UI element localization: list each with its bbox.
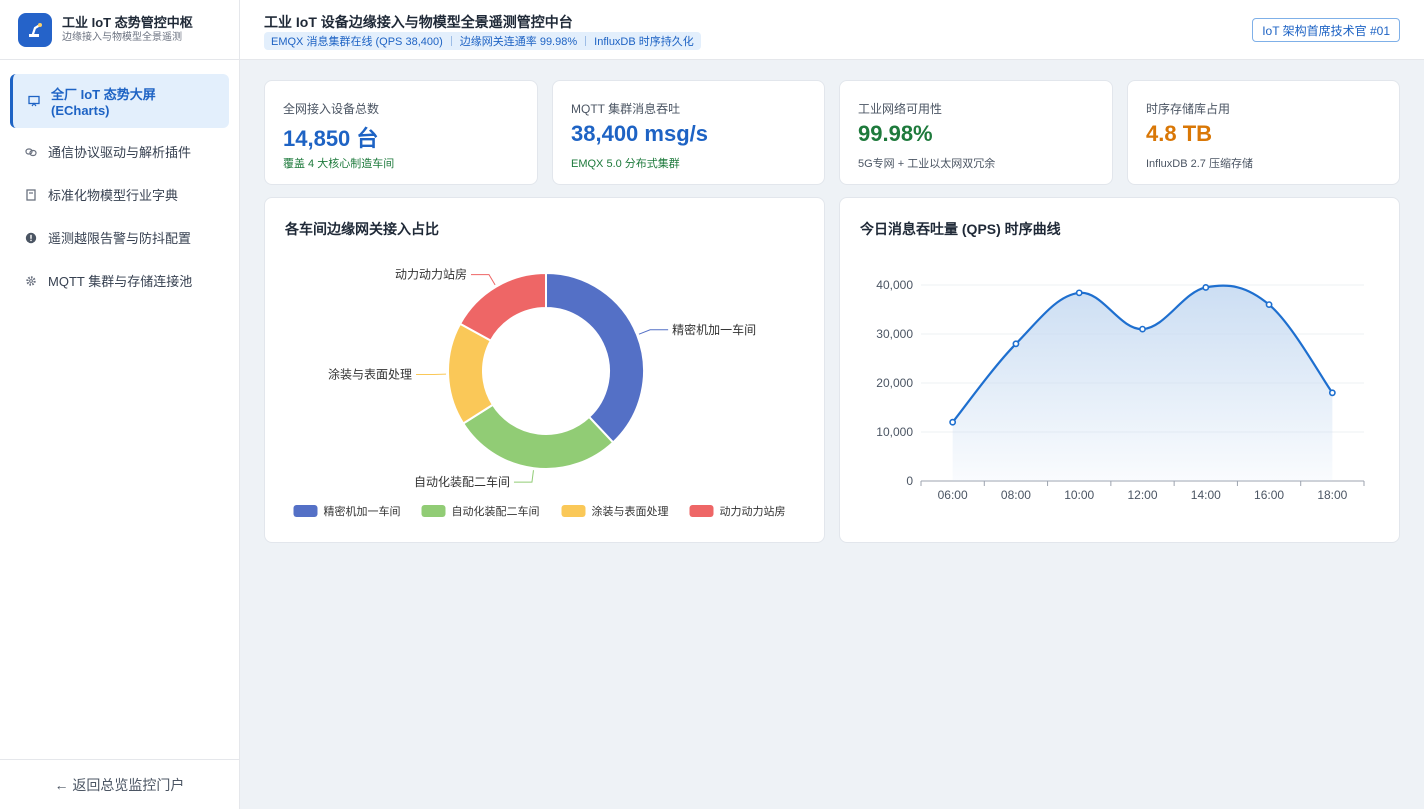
pie-leader-line [513, 470, 534, 483]
kpi-label: 工业网络可用性 [858, 102, 943, 116]
kpi-value: 38,400 msg/s [571, 121, 708, 146]
kpi-label: MQTT 集群消息吞吐 [571, 102, 681, 116]
y-tick-label: 20,000 [876, 376, 913, 390]
kpi-note: 5G专网 + 工业以太网双冗余 [858, 158, 996, 170]
kpi-note: EMQX 5.0 分布式集群 [571, 158, 680, 170]
status-tags: EMQX 消息集群在线 (QPS 38,400) 边缘网关连通率 99.98% … [264, 32, 701, 50]
x-tick-label: 16:00 [1254, 488, 1284, 502]
data-point [1139, 325, 1146, 333]
sidebar-item-alerts[interactable]: 遥测越限告警与防抖配置 [10, 216, 229, 259]
legend-swatch [689, 505, 714, 517]
sidebar-item-label: 标准化物模型行业字典 [48, 188, 179, 203]
kpi-card-availability: 工业网络可用性 99.98% 5G专网 + 工业以太网双冗余 [839, 80, 1113, 185]
divider [585, 36, 587, 46]
kpi-note: 覆盖 4 大核心制造车间 [283, 158, 395, 170]
x-tick-label: 14:00 [1191, 488, 1221, 502]
y-tick-label: 0 [906, 474, 913, 488]
sidebar: 工业 IoT 态势管控中枢 边缘接入与物模型全景遥测 全厂 IoT 态势大屏 (… [0, 0, 240, 809]
status-tag-gateway: 边缘网关连通率 99.98% [459, 36, 578, 48]
link-icon [24, 145, 38, 159]
legend-swatch [561, 505, 586, 517]
sidebar-item-label: 遥测越限告警与防抖配置 [48, 231, 192, 246]
user-role-badge[interactable]: IoT 架构首席技术官 #01 [1252, 18, 1400, 42]
sidebar-item-label: 通信协议驱动与解析插件 [48, 145, 192, 160]
kpi-label: 时序存储库占用 [1146, 102, 1231, 116]
legend-label: 动力动力站房 [720, 504, 786, 518]
pie-slice-label: 精密机加一车间 [672, 322, 756, 337]
header: 工业 IoT 设备边缘接入与物模型全景遥测管控中台 EMQX 消息集群在线 (Q… [240, 0, 1424, 60]
kpi-value: 14,850 台 [283, 126, 379, 151]
sidebar-item-dashboard[interactable]: 全厂 IoT 态势大屏 (ECharts) [10, 74, 229, 128]
pie-leader-line [470, 274, 496, 286]
legend-label: 涂装与表面处理 [592, 504, 669, 518]
kpi-card-throughput: MQTT 集群消息吞吐 38,400 msg/s EMQX 5.0 分布式集群 [552, 80, 825, 185]
pie-slice [458, 271, 547, 343]
y-tick-label: 30,000 [876, 327, 913, 341]
sidebar-nav: 全厂 IoT 态势大屏 (ECharts) 通信协议驱动与解析插件 标准化物模型… [0, 60, 239, 316]
data-point [1012, 340, 1020, 348]
kpi-value: 99.98% [858, 121, 933, 146]
data-point [1265, 301, 1273, 308]
x-tick-label: 08:00 [1001, 488, 1031, 502]
x-tick-label: 18:00 [1317, 488, 1347, 502]
x-tick-label: 06:00 [938, 488, 968, 502]
brand-logo [18, 12, 52, 47]
data-point [1075, 289, 1083, 297]
status-tag-influxdb: InfluxDB 时序持久化 [594, 36, 694, 48]
x-tick-label: 10:00 [1064, 488, 1094, 502]
book-icon [24, 188, 38, 202]
brand-subtitle: 边缘接入与物模型全景遥测 [62, 32, 182, 43]
y-tick-label: 40,000 [876, 278, 913, 292]
dashboard-icon [27, 94, 41, 108]
page-title: 工业 IoT 设备边缘接入与物模型全景遥测管控中台 [264, 14, 573, 30]
legend-swatch [421, 505, 446, 517]
y-tick-label: 10,000 [876, 425, 913, 439]
pie-chart: 精密机加一车间自动化装配二车间涂装与表面处理动力动力站房精密机加一车间 自动化装配… [293, 267, 786, 518]
pie-slice-label: 自动化装配二车间 [414, 474, 510, 489]
pie-slice [545, 271, 645, 444]
pie-leader-line [638, 329, 669, 335]
kpi-value: 4.8 TB [1146, 121, 1213, 146]
line-chart-card: 今日消息吞吐量 (QPS) 时序曲线 0 10,000 20,000 30,000 40… [839, 197, 1400, 543]
back-to-portal-link[interactable]: ← 返回总览监控门户 [0, 759, 239, 809]
data-point [1328, 389, 1336, 397]
brand-title: 工业 IoT 态势管控中枢 [62, 15, 193, 30]
pie-chart-card: 各车间边缘网关接入占比 精密机加一车间 自动化装配二车间 涂装与表面处理 动力动力站房… [264, 197, 825, 543]
sidebar-item-label: 全厂 IoT 态势大屏 (ECharts) [51, 87, 156, 118]
alert-icon [24, 231, 38, 245]
pie-slice-label: 动力动力站房 [395, 267, 467, 282]
divider [450, 36, 452, 46]
area-fill [952, 285, 1333, 481]
legend-label: 精密机加一车间 [324, 504, 401, 518]
x-tick-label: 12:00 [1127, 488, 1157, 502]
legend-swatch [293, 505, 318, 517]
sidebar-item-label: MQTT 集群与存储连接池 [48, 274, 193, 289]
legend-label: 自动化装配二车间 [452, 504, 540, 518]
kpi-note: InfluxDB 2.7 压缩存储 [1146, 158, 1253, 170]
kpi-card-storage: 时序存储库占用 4.8 TB InfluxDB 2.7 压缩存储 [1127, 80, 1400, 185]
data-point [949, 418, 957, 426]
data-point [1202, 284, 1210, 291]
robot-arm-icon [29, 22, 42, 37]
status-tag-emqx: EMQX 消息集群在线 (QPS 38,400) [271, 36, 443, 48]
sidebar-item-protocols[interactable]: 通信协议驱动与解析插件 [10, 130, 229, 173]
line-chart: 0 10,000 20,000 30,000 40,000 06:00 08:00 10:00… [876, 278, 1365, 502]
pie-slice-label: 涂装与表面处理 [328, 367, 412, 382]
gear-icon [24, 274, 38, 288]
kpi-card-devices: 全网接入设备总数 14,850 台 覆盖 4 大核心制造车间 [264, 80, 538, 185]
sidebar-item-mqtt-cluster[interactable]: MQTT 集群与存储连接池 [10, 259, 229, 302]
kpi-label: 全网接入设备总数 [283, 102, 380, 116]
brand: 工业 IoT 态势管控中枢 边缘接入与物模型全景遥测 [0, 0, 239, 60]
sidebar-item-thing-model[interactable]: 标准化物模型行业字典 [10, 173, 229, 216]
